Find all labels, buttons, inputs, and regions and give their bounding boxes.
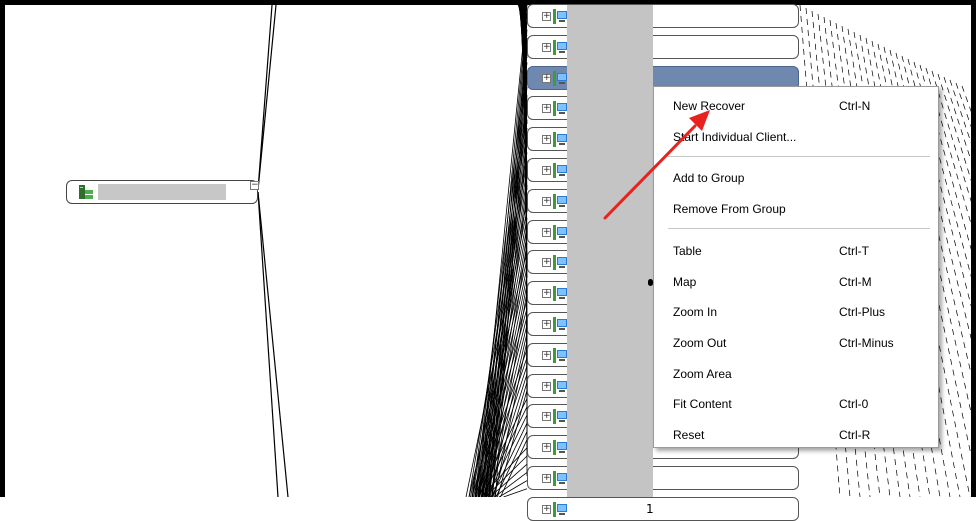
menu-item-zoom-area[interactable]: Zoom Area — [654, 362, 938, 386]
menu-item-label: Table — [673, 244, 702, 258]
menu-item-zoom-in[interactable]: Zoom In Ctrl-Plus — [654, 300, 938, 324]
expand-toggle[interactable]: + — [542, 166, 551, 175]
menu-item-reset[interactable]: Reset Ctrl-R — [654, 423, 938, 447]
expand-toggle[interactable]: + — [542, 258, 551, 268]
client-icon — [553, 347, 567, 363]
connector-line — [257, 191, 279, 497]
menu-item-shortcut: Ctrl-Plus — [839, 305, 886, 319]
client-icon — [553, 70, 567, 86]
menu-item-label: Remove From Group — [673, 202, 786, 216]
expand-toggle[interactable]: + — [542, 42, 551, 52]
client-icon — [553, 317, 567, 332]
expand-toggle[interactable]: + — [542, 381, 551, 391]
hatch-line — [943, 76, 976, 177]
menu-item-label: Add to Group — [673, 171, 745, 185]
client-icon — [553, 39, 567, 55]
client-icon — [553, 9, 567, 24]
client-icon — [553, 440, 567, 456]
menu-item-shortcut: Ctrl-0 — [839, 397, 869, 411]
menu-item-add-to-group[interactable]: Add to Group — [654, 166, 938, 190]
expand-toggle[interactable]: + — [542, 289, 551, 299]
connector-line — [257, 191, 289, 497]
expand-toggle[interactable]: + — [542, 504, 551, 514]
client-icon — [553, 132, 567, 148]
menu-item-label: Reset — [673, 428, 705, 442]
client-icon — [553, 193, 567, 209]
menu-item-label: Zoom In — [673, 305, 718, 319]
menu-item-shortcut: Ctrl-R — [839, 428, 871, 442]
expand-toggle[interactable]: + — [542, 474, 551, 483]
connector-line — [503, 488, 528, 497]
hatch-line — [949, 79, 976, 159]
collapse-toggle[interactable]: − — [250, 181, 259, 190]
menu-item-remove-from-group[interactable]: Remove From Group — [654, 197, 938, 221]
menu-item-label: Start Individual Client... — [673, 130, 797, 144]
menu-item-shortcut: Ctrl-M — [839, 275, 872, 289]
menu-separator — [668, 156, 930, 157]
menu-item-shortcut: Ctrl-N — [839, 99, 871, 113]
expand-toggle[interactable]: + — [542, 73, 551, 83]
menu-item-fit-content[interactable]: Fit Content Ctrl-0 — [654, 392, 938, 416]
server-icon — [79, 185, 93, 199]
client-node-label: 1 — [646, 501, 654, 516]
redacted-region — [567, 5, 653, 497]
menu-item-shortcut: Ctrl-Minus — [839, 336, 894, 350]
expand-toggle[interactable]: + — [542, 196, 551, 206]
menu-item-table[interactable]: Table Ctrl-T — [654, 239, 938, 263]
expand-toggle[interactable]: + — [542, 320, 551, 329]
menu-item-shortcut: Ctrl-T — [839, 244, 869, 258]
menu-item-label: Fit Content — [673, 397, 732, 411]
client-icon — [553, 409, 567, 425]
client-icon — [553, 255, 567, 271]
expand-toggle[interactable]: + — [542, 135, 551, 145]
client-icon — [553, 163, 567, 178]
server-name-redacted — [98, 184, 226, 200]
expand-toggle[interactable]: + — [542, 350, 551, 360]
menu-item-map[interactable]: Map Ctrl-M — [654, 270, 938, 294]
menu-item-start-individual-client[interactable]: Start Individual Client... — [654, 125, 938, 149]
menu-item-zoom-out[interactable]: Zoom Out Ctrl-Minus — [654, 331, 938, 355]
menu-item-label: Zoom Area — [673, 367, 732, 381]
menu-item-label: Map — [673, 275, 697, 289]
client-icon — [553, 286, 567, 302]
menu-separator — [668, 228, 930, 229]
server-root-node[interactable]: − — [66, 180, 259, 204]
menu-item-label: New Recover — [673, 99, 746, 113]
client-icon — [553, 101, 567, 117]
context-menu: New Recover Ctrl-N Start Individual Clie… — [653, 86, 939, 448]
client-icon — [553, 378, 567, 394]
client-icon — [553, 224, 567, 240]
connector-line — [489, 463, 528, 497]
client-icon — [553, 501, 567, 517]
expand-toggle[interactable]: + — [542, 412, 551, 422]
client-icon — [553, 471, 567, 486]
menu-item-new-recover[interactable]: New Recover Ctrl-N — [654, 94, 938, 118]
expand-toggle[interactable]: + — [542, 104, 551, 114]
menu-item-label: Zoom Out — [673, 336, 727, 350]
expand-toggle[interactable]: + — [542, 12, 551, 21]
hatch-line — [961, 85, 976, 126]
client-node[interactable]: +1 — [527, 496, 799, 521]
expand-toggle[interactable]: + — [542, 227, 551, 237]
expand-toggle[interactable]: + — [542, 443, 551, 453]
connector-line — [257, 4, 273, 191]
